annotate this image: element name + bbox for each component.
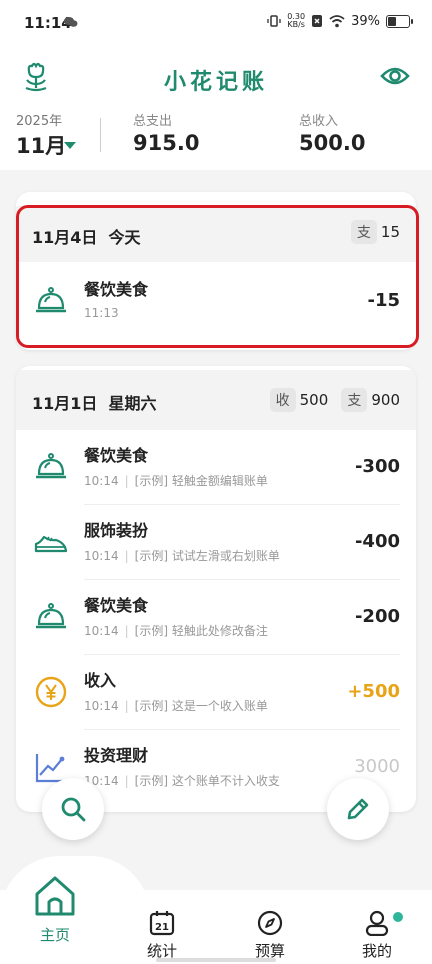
entry-category: 餐饮美食 [84, 280, 149, 299]
status-bar: 11:14 0.30 KB/s 39% [0, 0, 432, 52]
income-tag: 收 [269, 388, 296, 412]
tab-home[interactable]: 主页 [15, 874, 95, 945]
tab-profile[interactable]: 我的 [337, 910, 417, 961]
entry-amount[interactable]: -15 [367, 290, 400, 311]
total-income: 总收入 500.0 [299, 114, 366, 155]
compass-icon [257, 910, 283, 936]
wechat-icon [64, 17, 78, 27]
entry-amount[interactable]: -300 [355, 456, 400, 477]
list-item[interactable]: 餐饮美食 10:14 | [示例] 轻触此处修改备注 -200 [16, 580, 416, 655]
entry-meta: 10:14 | [示例] 轻触此处修改备注 [84, 624, 268, 638]
day-totals: 支 15 [350, 220, 408, 244]
expense-tag: 支 [350, 220, 377, 244]
food-cloche-icon [36, 603, 66, 629]
entry-category: 餐饮美食 [84, 596, 149, 615]
entry-amount[interactable]: -400 [355, 531, 400, 552]
list-item[interactable]: 服饰装扮 10:14 | [示例] 试试左滑或右划账单 -400 [16, 505, 416, 580]
yen-coin-icon [35, 676, 67, 708]
search-button[interactable] [42, 778, 104, 840]
entry-category: 餐饮美食 [84, 446, 149, 465]
total-expense: 总支出 915.0 [133, 114, 200, 155]
year-label: 2025年 [16, 114, 63, 129]
day-totals: 收 500 支 900 [269, 388, 408, 412]
wifi-icon [329, 14, 345, 27]
app-bar: 小花记账 [0, 52, 432, 104]
expense-total: 15 [380, 223, 400, 241]
entry-time: 11:13 [84, 306, 119, 320]
svg-text:21: 21 [155, 922, 169, 933]
entry-meta: 10:14 | [示例] 这是一个收入账单 [84, 699, 268, 713]
eye-icon[interactable] [380, 64, 410, 88]
divider [100, 118, 101, 152]
entry-category: 投资理财 [84, 746, 149, 765]
month-selector[interactable]: 11月 [16, 130, 66, 160]
entry-meta: 10:14 | [示例] 这个账单不计入收支 [84, 774, 280, 788]
no-sim-icon [312, 15, 323, 27]
search-icon [61, 797, 86, 822]
app-title: 小花记账 [163, 70, 268, 95]
day-date: 11月1日 星期六 [32, 394, 157, 413]
add-entry-button[interactable] [327, 778, 389, 840]
notification-dot [393, 912, 403, 922]
caret-down-icon[interactable] [64, 142, 76, 149]
tab-statistics[interactable]: 21 统计 [122, 910, 202, 961]
expense-tag: 支 [341, 388, 368, 412]
entry-amount[interactable]: +500 [347, 681, 400, 702]
entry-category: 收入 [84, 671, 117, 690]
vibrate-icon [267, 15, 281, 27]
day-card: 11月1日 星期六 收 500 支 900 餐饮美食 10:14 | [示例] 轻触金额… [16, 366, 416, 812]
tab-budget[interactable]: 预算 [230, 910, 310, 961]
day-date: 11月4日 今天 [32, 228, 141, 247]
expense-total: 900 [371, 391, 400, 409]
pencil-icon [347, 798, 369, 820]
home-icon [35, 876, 75, 916]
bottom-tab-bar: 主页 21 统计 预算 我的 [0, 876, 432, 964]
calendar-21-icon: 21 [149, 911, 175, 936]
entry-meta: 10:14 | [示例] 轻触金额编辑账单 [84, 474, 268, 488]
network-speed: 0.30 KB/s [287, 12, 306, 29]
food-cloche-icon [36, 287, 66, 313]
shoe-icon [34, 535, 68, 553]
entry-amount[interactable]: 3000 [354, 756, 400, 777]
day-card-today: 11月4日 今天 支 15 餐饮美食 11:13 -15 [16, 192, 416, 350]
battery-percent: 39% [351, 13, 380, 29]
entry-meta: 10:14 | [示例] 试试左滑或右划账单 [84, 549, 280, 563]
entry-amount[interactable]: -200 [355, 606, 400, 627]
day-header: 11月4日 今天 支 15 [16, 206, 416, 262]
list-item[interactable]: 餐饮美食 10:14 | [示例] 轻触金额编辑账单 -300 [16, 430, 416, 505]
food-cloche-icon [36, 453, 66, 479]
day-header: 11月1日 星期六 收 500 支 900 [16, 370, 416, 430]
income-total: 500 [299, 391, 329, 409]
home-indicator[interactable] [156, 958, 276, 962]
list-item[interactable]: 收入 10:14 | [示例] 这是一个收入账单 +500 [16, 655, 416, 730]
list-item[interactable]: 餐饮美食 11:13 -15 [16, 264, 416, 339]
entry-category: 服饰装扮 [84, 521, 149, 540]
battery-icon [386, 14, 413, 28]
month-summary: 2025年 11月 总支出 915.0 总收入 500.0 [0, 104, 432, 170]
user-icon [365, 910, 389, 937]
